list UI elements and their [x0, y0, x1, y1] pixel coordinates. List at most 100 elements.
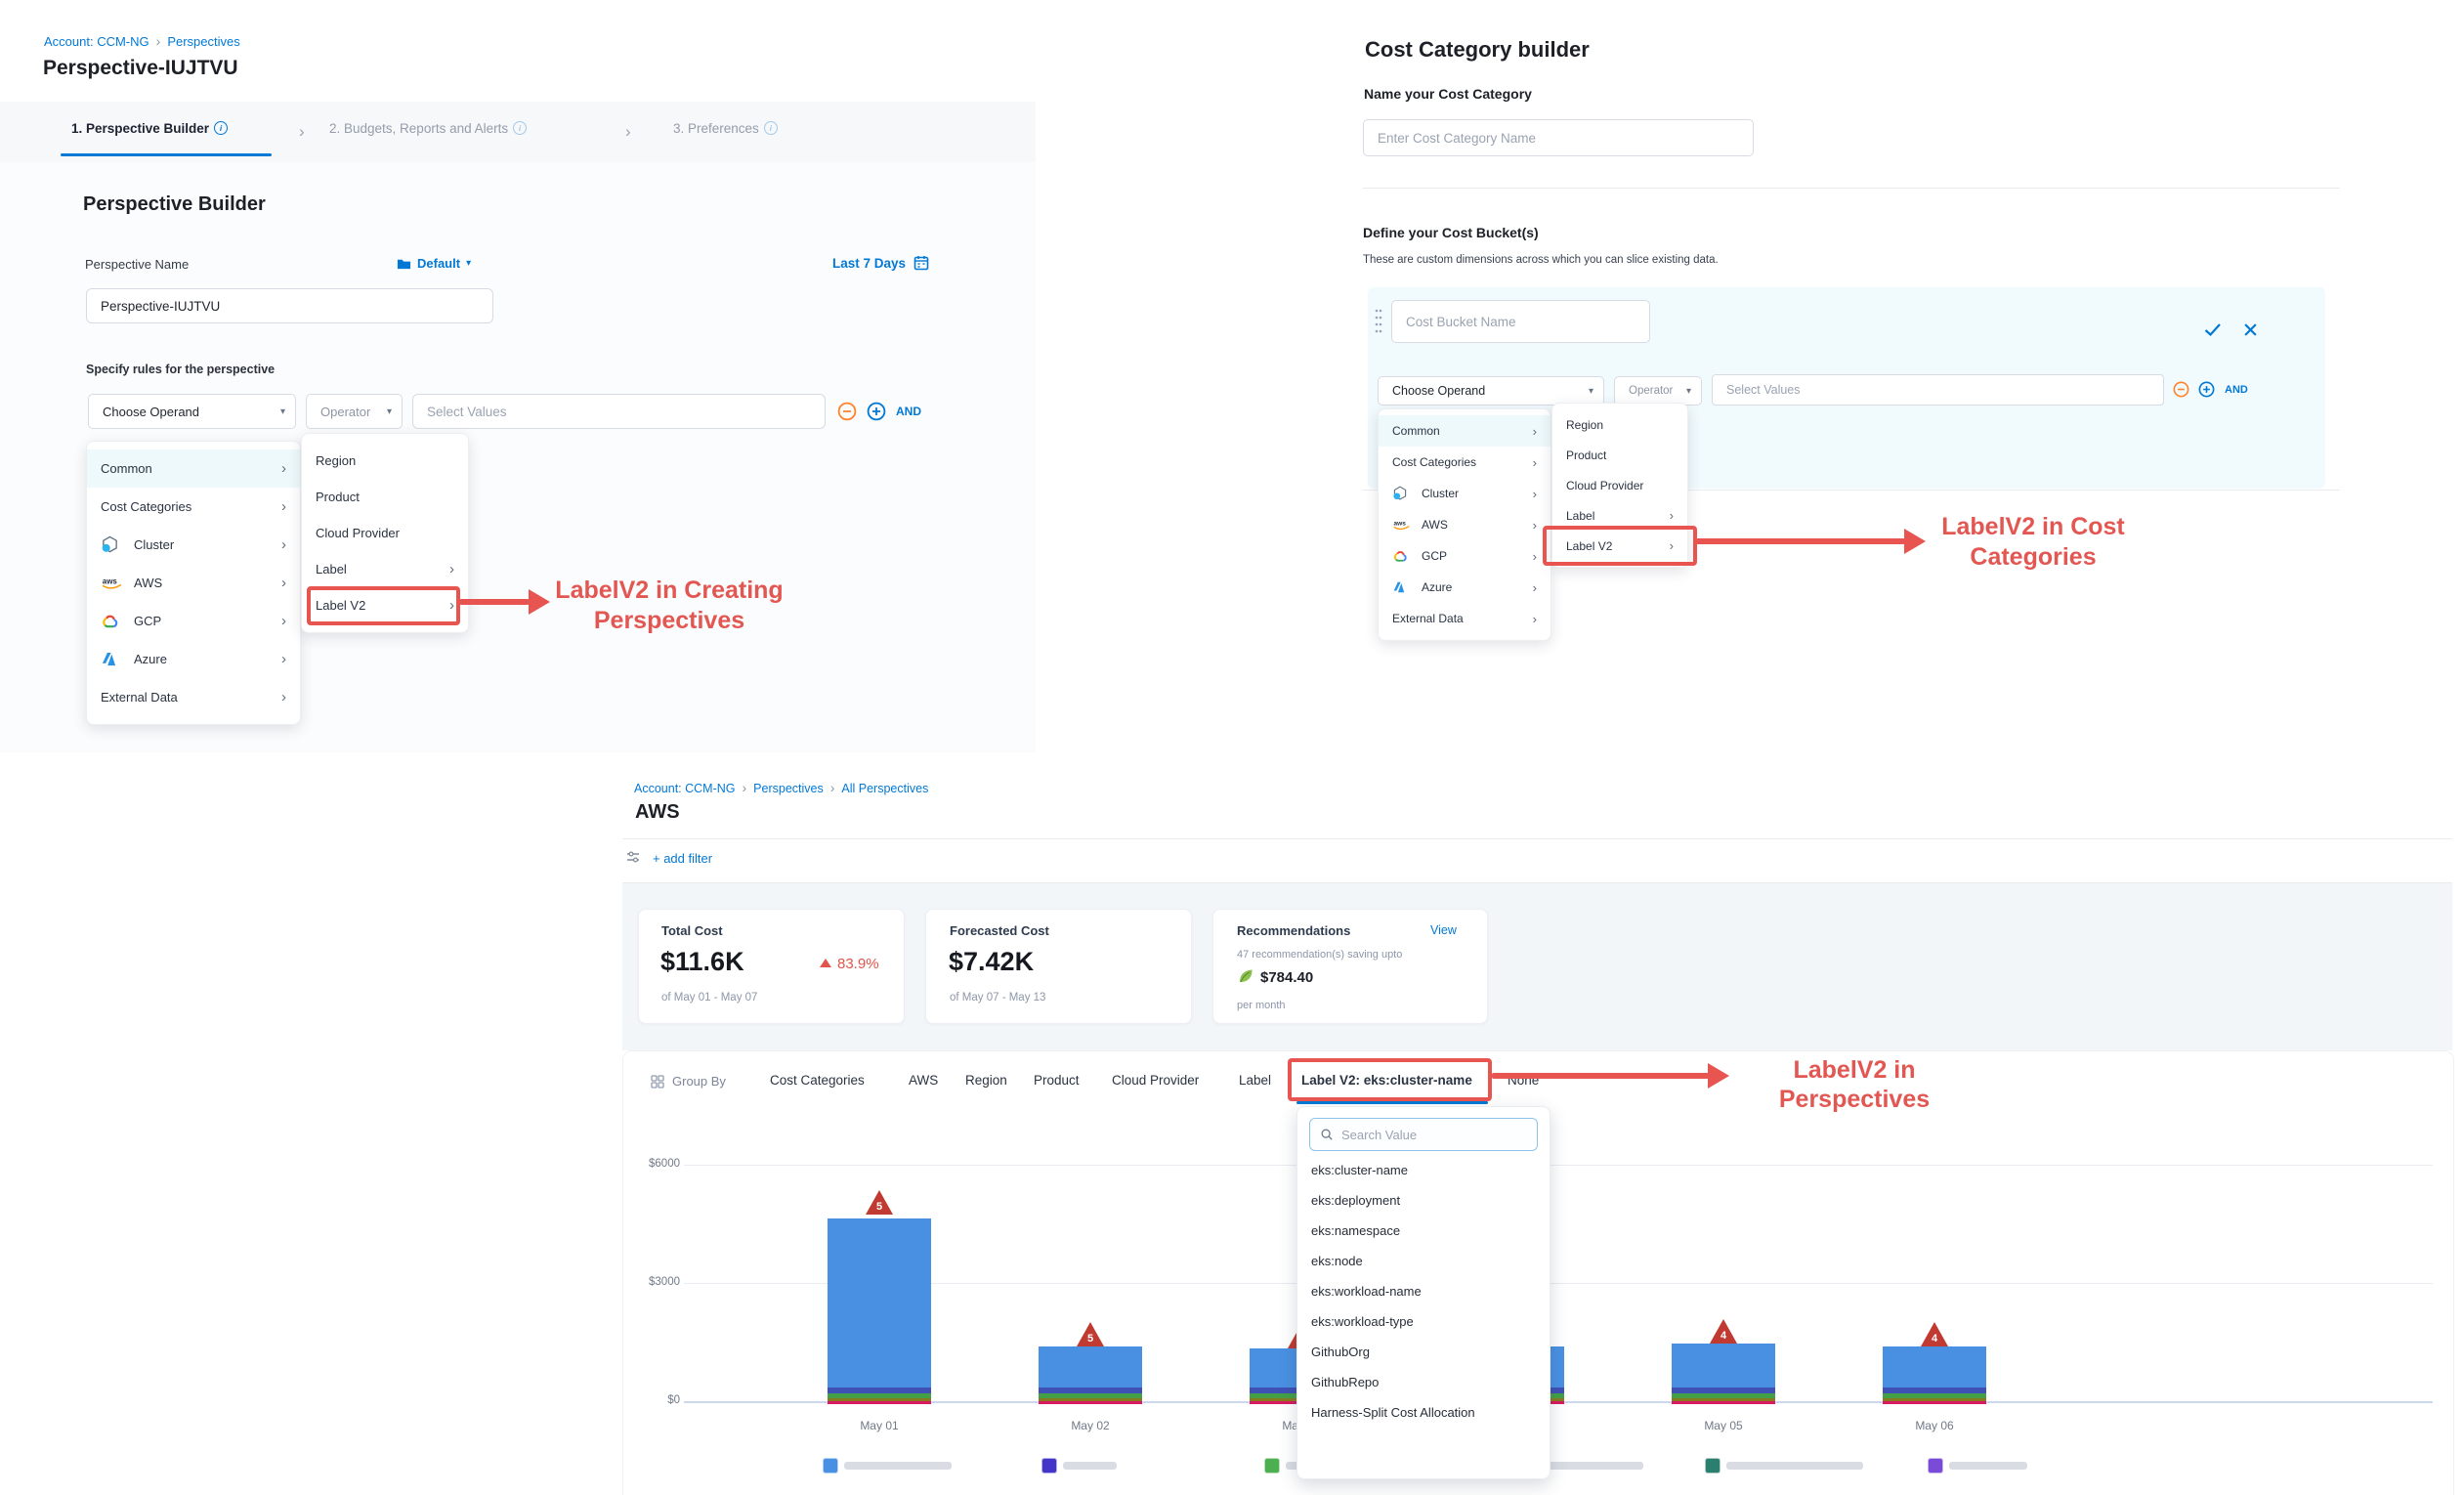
menu-item-common[interactable]: Common› [1379, 415, 1551, 447]
operator-select[interactable]: Operator▾ [306, 394, 403, 429]
groupby-aws[interactable]: AWS [909, 1073, 938, 1088]
bar-segment [1672, 1401, 1775, 1404]
anomaly-count: 4 [1710, 1330, 1737, 1342]
remove-rule-icon[interactable] [2173, 381, 2189, 398]
date-range-picker[interactable]: Last 7 Days [832, 255, 929, 271]
legend-label [1949, 1462, 2027, 1470]
groupby-product[interactable]: Product [1034, 1073, 1080, 1088]
value-option[interactable]: eks:workload-type [1297, 1306, 1550, 1337]
y-axis-tick: $6000 [621, 1158, 680, 1170]
confirm-check-icon[interactable] [2204, 322, 2222, 337]
folder-selector[interactable]: Default ▾ [397, 256, 471, 271]
remove-rule-icon[interactable] [837, 402, 857, 421]
anomaly-badge[interactable]: 5 [866, 1190, 893, 1216]
select-values-input[interactable] [1712, 374, 2164, 406]
menu-item-cost-categories[interactable]: Cost Categories› [87, 488, 300, 526]
tab-perspective-builder[interactable]: 1. Perspective Builderi [71, 121, 228, 136]
breadcrumb-all-perspectives-link[interactable]: All Perspectives [841, 782, 928, 795]
filter-icon[interactable] [625, 849, 641, 865]
add-rule-icon[interactable] [867, 402, 886, 421]
groupby-cost-categories[interactable]: Cost Categories [770, 1073, 865, 1088]
labelv2-highlight-box [1543, 526, 1697, 566]
choose-operand-select[interactable]: Choose Operand▾ [88, 394, 296, 429]
chart-bar[interactable] [1039, 1346, 1142, 1404]
chart-bar[interactable] [1672, 1344, 1775, 1404]
gcp-icon [101, 613, 126, 629]
menu-item-cluster[interactable]: Cluster› [87, 526, 300, 564]
view-link[interactable]: View [1430, 923, 1457, 937]
screenshot-canvas: Account: CCM-NG › Perspectives Perspective… [0, 0, 2464, 1495]
chart-bar[interactable] [828, 1218, 931, 1404]
groupby-cloud-provider[interactable]: Cloud Provider [1112, 1073, 1199, 1088]
bar-segment [1883, 1401, 1986, 1404]
cost-bucket-name-input[interactable] [1391, 300, 1650, 343]
operator-select[interactable]: Operator▾ [1614, 376, 1702, 406]
perspective-builder-screen: Account: CCM-NG›Perspectives Perspective… [0, 0, 1036, 752]
and-button[interactable]: AND [2225, 384, 2248, 396]
bar-segment [828, 1398, 931, 1401]
bar-segment [828, 1388, 931, 1393]
menu-item-azure[interactable]: Azure› [1379, 572, 1551, 603]
total-cost-value: $11.6K [660, 947, 744, 977]
chevron-right-icon: › [299, 122, 305, 142]
chevron-right-icon: › [281, 613, 286, 629]
define-buckets-heading: Define your Cost Bucket(s) [1363, 225, 1539, 240]
add-filter-button[interactable]: + add filter [653, 851, 712, 866]
menu-item-azure[interactable]: Azure› [87, 640, 300, 678]
trend-up-icon [820, 959, 831, 967]
value-option[interactable]: GithubRepo [1297, 1367, 1550, 1397]
value-option[interactable]: eks:node [1297, 1246, 1550, 1276]
tab-preferences[interactable]: 3. Preferencesi [673, 121, 778, 136]
breadcrumb-perspectives-link[interactable]: Perspectives [167, 34, 239, 49]
perspective-name-input[interactable] [86, 288, 493, 323]
menu-item-common[interactable]: Common› [87, 449, 300, 488]
submenu-item-product[interactable]: Product [1552, 440, 1687, 470]
tab-budgets-reports-alerts[interactable]: 2. Budgets, Reports and Alertsi [329, 121, 527, 136]
breadcrumb-account-link[interactable]: Account: CCM-NG [44, 34, 149, 49]
breadcrumb-account-link[interactable]: Account: CCM-NG [634, 782, 736, 795]
menu-item-aws[interactable]: aws AWS› [1379, 509, 1551, 540]
card-period: of May 07 - May 13 [950, 992, 1045, 1004]
submenu-item-cloud-provider[interactable]: Cloud Provider [302, 515, 468, 551]
search-value-input[interactable] [1341, 1128, 1527, 1142]
svg-text:aws: aws [103, 577, 118, 585]
menu-item-aws[interactable]: aws AWS› [87, 564, 300, 602]
menu-item-external-data[interactable]: External Data› [1379, 603, 1551, 634]
value-option[interactable]: eks:cluster-name [1297, 1155, 1550, 1185]
submenu-item-product[interactable]: Product [302, 479, 468, 515]
chevron-right-icon: › [281, 460, 286, 477]
menu-item-gcp[interactable]: GCP› [1379, 540, 1551, 572]
value-option[interactable]: Harness-Split Cost Allocation [1297, 1397, 1550, 1428]
choose-operand-select[interactable]: Choose Operand▾ [1378, 376, 1604, 406]
and-button[interactable]: AND [896, 405, 921, 418]
recommendations-subtitle: 47 recommendation(s) saving upto [1237, 949, 1402, 961]
menu-item-gcp[interactable]: GCP› [87, 602, 300, 640]
value-option[interactable]: eks:namespace [1297, 1216, 1550, 1246]
submenu-item-cloud-provider[interactable]: Cloud Provider [1552, 470, 1687, 500]
submenu-item-region[interactable]: Region [302, 443, 468, 479]
breadcrumb-perspectives-link[interactable]: Perspectives [753, 782, 824, 795]
drag-handle[interactable] [1375, 308, 1382, 335]
value-option[interactable]: GithubOrg [1297, 1337, 1550, 1367]
value-option[interactable]: eks:deployment [1297, 1185, 1550, 1216]
select-values-input[interactable] [412, 394, 826, 429]
anomaly-badge[interactable]: 5 [1077, 1322, 1104, 1347]
chevron-right-icon: › [281, 651, 286, 667]
submenu-item-region[interactable]: Region [1552, 409, 1687, 440]
chart-bar[interactable] [1883, 1346, 1986, 1404]
menu-item-cluster[interactable]: Cluster› [1379, 478, 1551, 509]
cost-category-name-input[interactable] [1363, 119, 1754, 156]
anomaly-badge[interactable]: 4 [1921, 1322, 1948, 1347]
groupby-label-item[interactable]: Label [1239, 1073, 1271, 1088]
azure-icon [1392, 581, 1414, 593]
close-icon[interactable] [2243, 322, 2258, 337]
groupby-region[interactable]: Region [965, 1073, 1007, 1088]
menu-item-cost-categories[interactable]: Cost Categories› [1379, 447, 1551, 478]
add-rule-icon[interactable] [2198, 381, 2215, 398]
menu-item-external-data[interactable]: External Data› [87, 678, 300, 716]
submenu-item-label[interactable]: Label› [302, 551, 468, 587]
anomaly-badge[interactable]: 4 [1710, 1319, 1737, 1345]
search-value-box[interactable] [1309, 1118, 1538, 1151]
legend-label [1726, 1462, 1863, 1470]
value-option[interactable]: eks:workload-name [1297, 1276, 1550, 1306]
